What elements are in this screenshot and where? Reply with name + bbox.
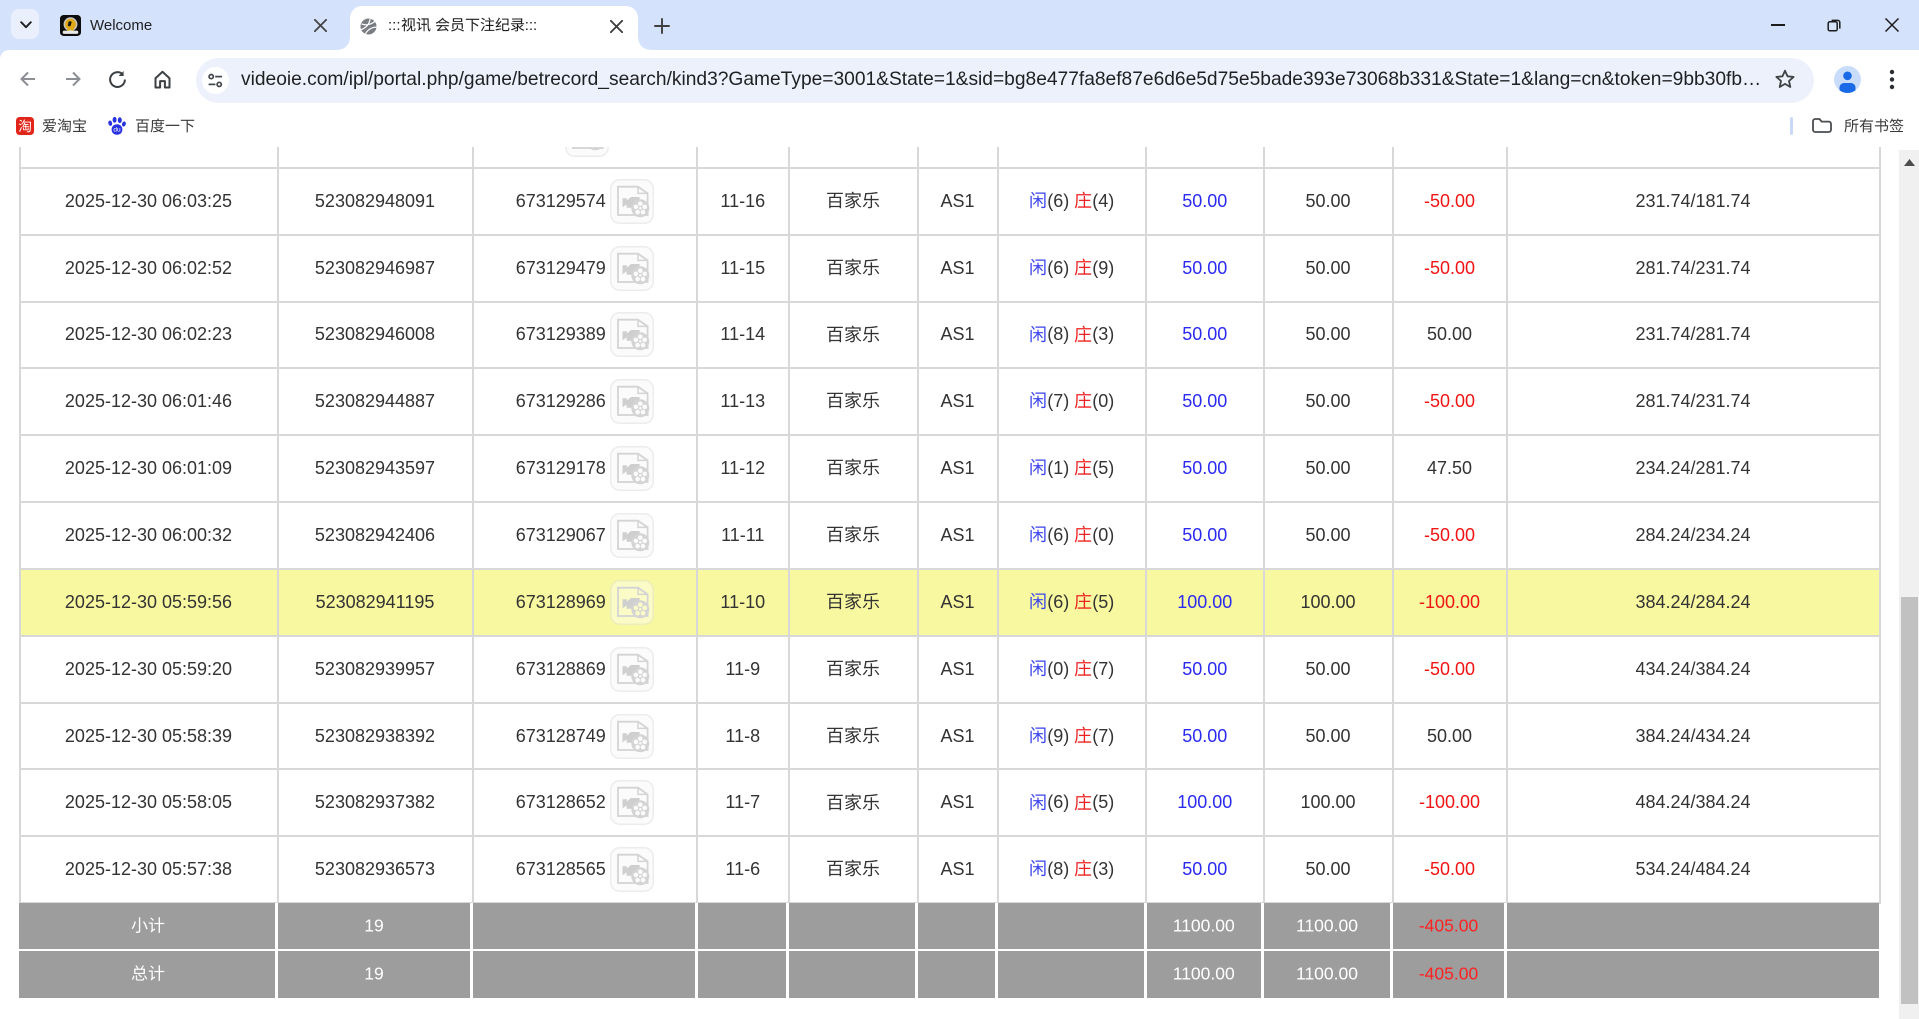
svg-text:du: du: [113, 126, 121, 133]
